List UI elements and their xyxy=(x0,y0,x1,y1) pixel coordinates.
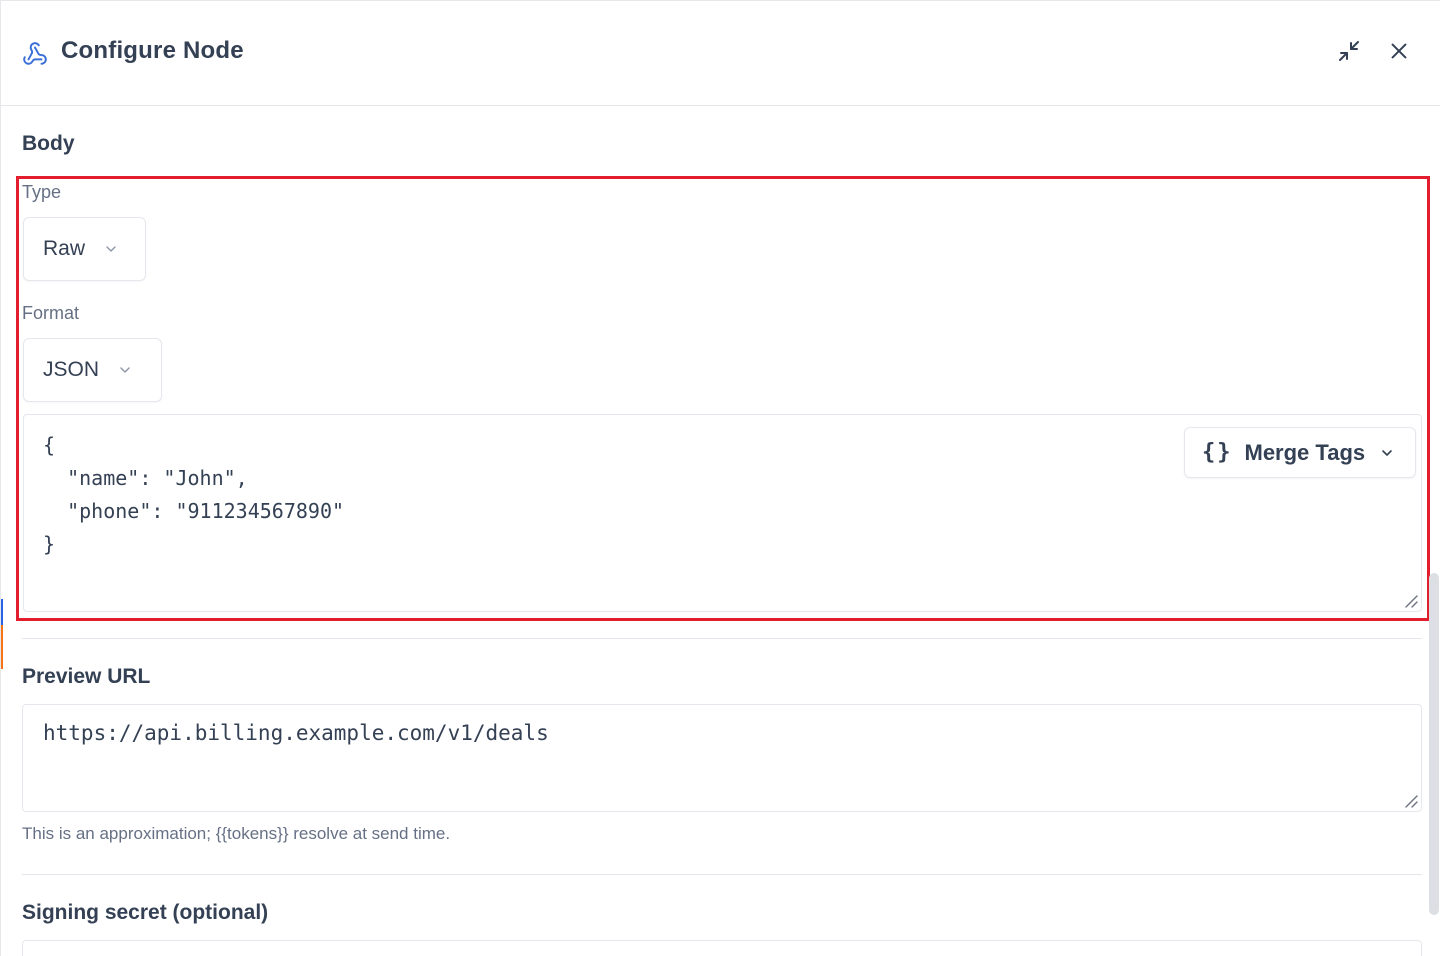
preview-url-title: Preview URL xyxy=(22,665,151,688)
braces-icon: {} xyxy=(1202,440,1233,465)
format-select-value: JSON xyxy=(43,358,100,381)
panel-header: Configure Node xyxy=(1,1,1440,106)
close-icon xyxy=(1388,40,1410,67)
webhook-icon xyxy=(22,41,48,67)
left-edge-accent xyxy=(1,599,3,625)
chevron-down-icon xyxy=(103,241,119,257)
minimize-icon xyxy=(1337,39,1361,68)
left-edge-accent xyxy=(1,625,3,669)
panel-title: Configure Node xyxy=(61,37,244,64)
type-select-value: Raw xyxy=(43,237,86,260)
type-select[interactable]: Raw xyxy=(23,217,146,281)
format-select[interactable]: JSON xyxy=(23,338,162,402)
close-button[interactable] xyxy=(1383,37,1415,69)
merge-tags-label: Merge Tags xyxy=(1244,439,1366,465)
scrollbar-thumb[interactable] xyxy=(1429,573,1439,915)
minimize-button[interactable] xyxy=(1333,37,1365,69)
merge-tags-button[interactable]: {} Merge Tags xyxy=(1184,427,1416,478)
chevron-down-icon xyxy=(117,362,133,378)
preview-url-hint: This is an approximation; {{tokens}} res… xyxy=(22,824,451,843)
preview-url-field[interactable]: https://api.billing.example.com/v1/deals xyxy=(22,704,1422,812)
preview-url-value: https://api.billing.example.com/v1/deals xyxy=(43,721,549,745)
body-section-title: Body xyxy=(22,132,75,155)
configure-node-panel: Configure Node Body Type Raw Format JSON… xyxy=(0,0,1440,956)
section-divider xyxy=(22,638,1422,639)
resize-handle-icon[interactable] xyxy=(1403,793,1419,809)
signing-secret-title: Signing secret (optional) xyxy=(22,901,269,924)
format-label: Format xyxy=(22,303,80,323)
resize-handle-icon[interactable] xyxy=(1403,593,1419,609)
section-divider xyxy=(22,874,1422,875)
chevron-down-icon xyxy=(1379,445,1395,461)
type-label: Type xyxy=(22,182,62,202)
body-code-content: { "name": "John", "phone": "911234567890… xyxy=(43,433,345,556)
signing-secret-field[interactable] xyxy=(22,940,1422,956)
